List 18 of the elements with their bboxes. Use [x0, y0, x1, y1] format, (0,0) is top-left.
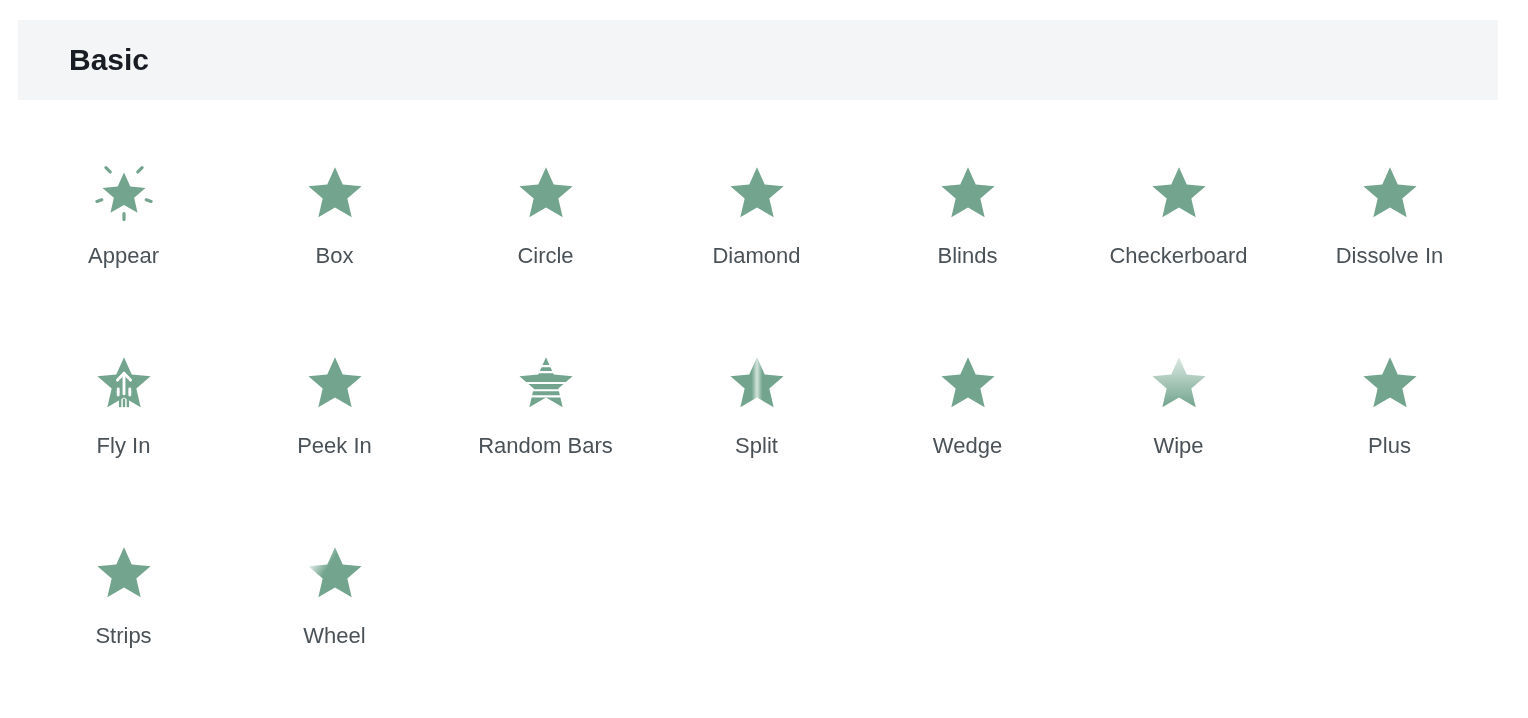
- effect-button[interactable]: Appear: [18, 164, 229, 270]
- effect-button[interactable]: Peek In: [229, 354, 440, 460]
- effect-button[interactable]: Random Bars: [440, 354, 651, 460]
- effect-button[interactable]: Wipe: [1073, 354, 1284, 460]
- section-title: Basic: [69, 45, 150, 75]
- effect-button[interactable]: Dissolve In: [1284, 164, 1495, 270]
- effect-button[interactable]: Split: [651, 354, 862, 460]
- effect-button[interactable]: Plus: [1284, 354, 1495, 460]
- effect-button[interactable]: Blinds: [862, 164, 1073, 270]
- effect-button[interactable]: Box: [229, 164, 440, 270]
- star-burst-icon: [94, 164, 153, 222]
- effect-button[interactable]: Fly In: [18, 354, 229, 460]
- effect-button[interactable]: Wedge: [862, 354, 1073, 460]
- effect-button[interactable]: Diamond: [651, 164, 862, 270]
- effect-button[interactable]: Strips: [18, 544, 229, 650]
- effect-button[interactable]: Circle: [440, 164, 651, 270]
- effect-button[interactable]: Checkerboard: [1073, 164, 1284, 270]
- effect-button[interactable]: Wheel: [229, 544, 440, 650]
